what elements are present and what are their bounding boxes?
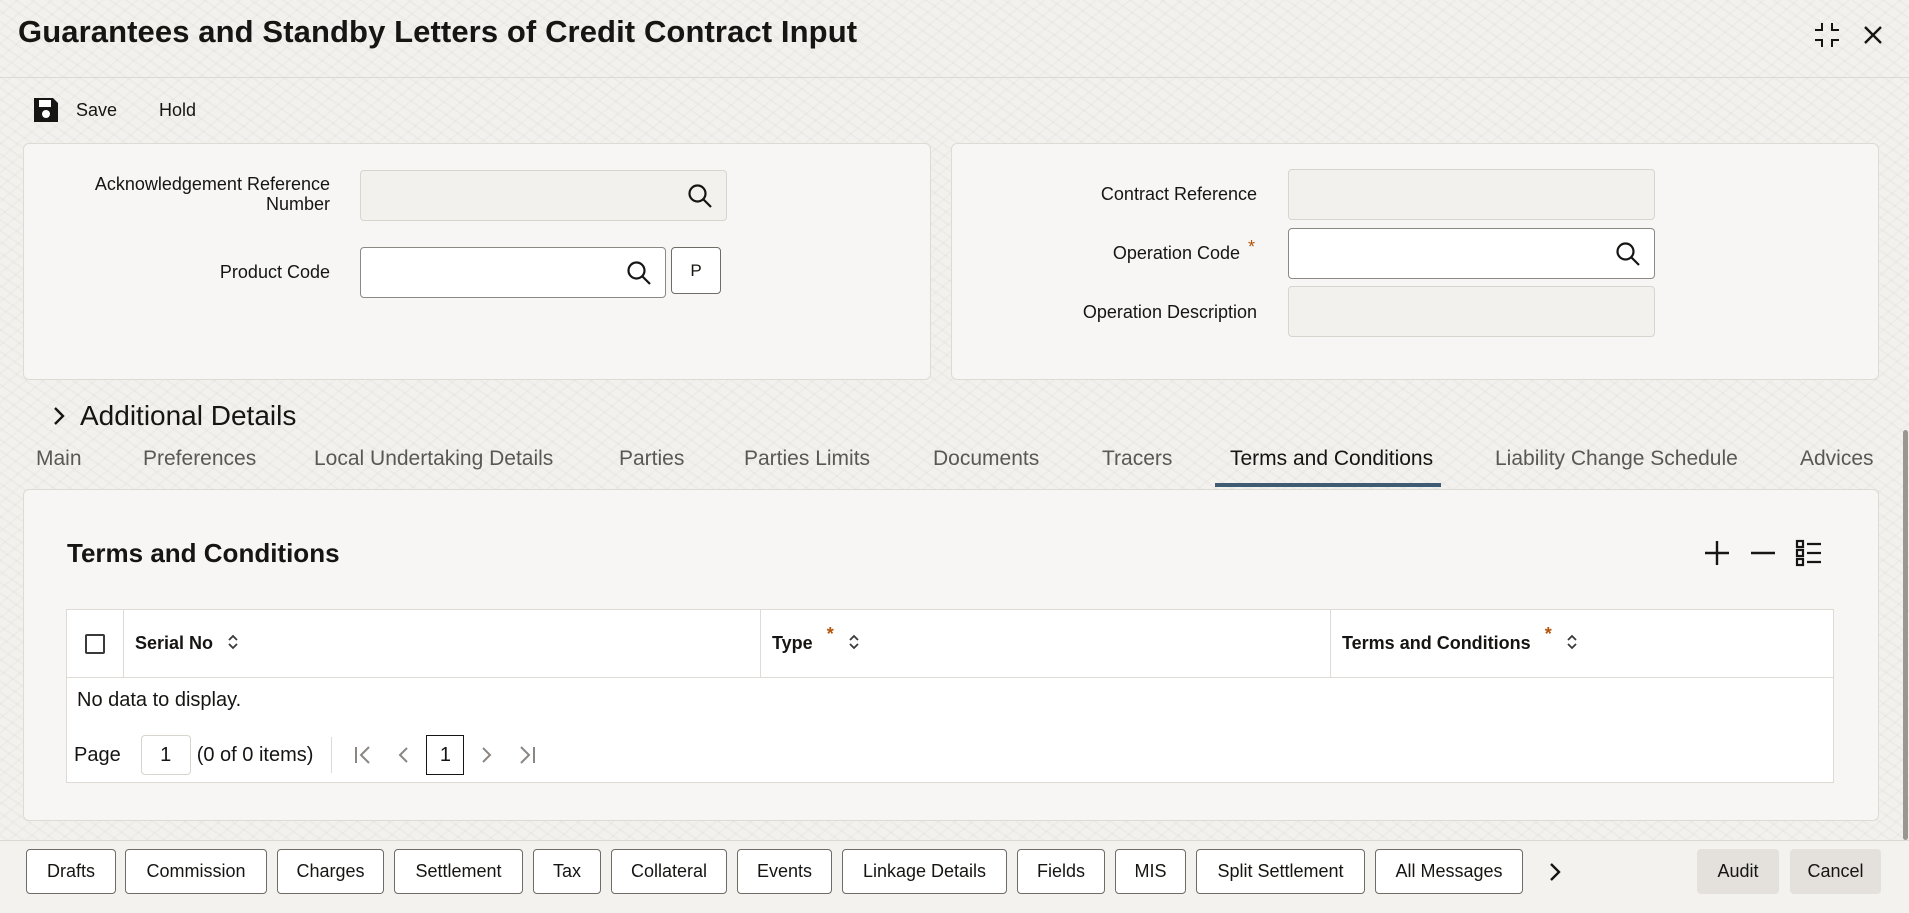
terms-section-title: Terms and Conditions [67, 538, 340, 568]
cancel-button[interactable]: Cancel [1790, 849, 1881, 894]
column-header-serial-no[interactable]: Serial No [124, 610, 761, 677]
product-code-field[interactable] [360, 247, 666, 298]
column-label: Terms and Conditions [1342, 633, 1531, 653]
split-settlement-button[interactable]: Split Settlement [1196, 849, 1365, 894]
search-icon[interactable] [1614, 240, 1642, 268]
operation-desc-field[interactable] [1288, 286, 1655, 337]
column-label: Type [772, 633, 813, 653]
all-messages-button[interactable]: All Messages [1375, 849, 1523, 894]
sort-icon[interactable] [848, 633, 860, 654]
linkage-details-button[interactable]: Linkage Details [842, 849, 1007, 894]
required-indicator: * [826, 624, 834, 644]
required-indicator: * [1248, 237, 1256, 257]
add-row-icon[interactable] [1700, 537, 1734, 569]
minimize-icon[interactable] [1810, 18, 1844, 52]
active-tab-indicator [1215, 483, 1441, 487]
tab-advices[interactable]: Advices [1800, 447, 1874, 471]
page-title: Guarantees and Standby Letters of Credit… [18, 14, 858, 49]
hold-button[interactable]: Hold [159, 96, 196, 124]
first-page-icon[interactable] [352, 744, 374, 766]
single-view-icon[interactable] [1792, 537, 1826, 569]
mis-button[interactable]: MIS [1115, 849, 1186, 894]
drafts-button[interactable]: Drafts [26, 849, 116, 894]
audit-button[interactable]: Audit [1697, 849, 1779, 894]
terms-table: Serial No Type * Terms and Conditions * … [66, 609, 1834, 783]
tab-preferences[interactable]: Preferences [143, 447, 256, 471]
page-input[interactable]: 1 [140, 735, 191, 775]
current-page-button[interactable]: 1 [426, 735, 465, 775]
column-header-type[interactable]: Type * [761, 610, 1331, 677]
charges-button[interactable]: Charges [277, 849, 384, 894]
chevron-right-icon[interactable] [1540, 857, 1570, 887]
pagination: Page 1 (0 of 0 items) 1 [74, 734, 538, 776]
tab-documents[interactable]: Documents [933, 447, 1039, 471]
close-icon[interactable] [1856, 18, 1890, 52]
prev-page-icon[interactable] [396, 744, 410, 766]
header-divider [67, 677, 1833, 678]
tab-main[interactable]: Main [36, 447, 82, 471]
required-indicator: * [1544, 624, 1552, 644]
settlement-button[interactable]: Settlement [394, 849, 523, 894]
column-label: Serial No [135, 633, 214, 653]
page-label: Page [74, 743, 121, 766]
sort-icon[interactable] [227, 633, 239, 654]
save-button[interactable]: Save [32, 96, 117, 124]
operation-desc-label: Operation Description [1082, 302, 1257, 322]
next-page-icon[interactable] [480, 744, 494, 766]
items-count: (0 of 0 items) [196, 743, 314, 766]
tab-terms-and-conditions[interactable]: Terms and Conditions [1230, 447, 1433, 471]
select-all-checkbox[interactable] [85, 633, 105, 654]
ack-ref-label: Acknowledgement Reference Number [94, 174, 330, 214]
tab-liability-change-schedule[interactable]: Liability Change Schedule [1495, 447, 1738, 471]
search-icon[interactable] [625, 259, 653, 287]
save-label: Save [76, 99, 118, 120]
product-p-button[interactable]: P [671, 247, 721, 294]
commission-button[interactable]: Commission [125, 849, 267, 894]
pager-divider [331, 737, 333, 773]
contract-ref-field[interactable] [1288, 169, 1655, 220]
fields-button[interactable]: Fields [1017, 849, 1105, 894]
operation-code-label: Operation Code [1112, 243, 1240, 263]
operation-code-field[interactable] [1288, 228, 1655, 279]
select-all-cell [67, 610, 124, 677]
events-button[interactable]: Events [737, 849, 832, 894]
ack-ref-field[interactable] [360, 170, 727, 221]
header-divider [0, 77, 1909, 78]
additional-details-toggle[interactable]: Additional Details [52, 400, 296, 432]
additional-details-label: Additional Details [80, 400, 297, 431]
last-page-icon[interactable] [516, 744, 538, 766]
column-header-terms-and-conditions[interactable]: Terms and Conditions * [1331, 610, 1833, 677]
tax-button[interactable]: Tax [533, 849, 601, 894]
save-icon [32, 96, 60, 124]
tab-parties[interactable]: Parties [619, 447, 684, 471]
remove-row-icon[interactable] [1746, 537, 1780, 569]
empty-table-message: No data to display. [77, 689, 242, 711]
contract-ref-label: Contract Reference [1100, 184, 1257, 204]
product-code-label: Product Code [219, 262, 330, 282]
tab-tracers[interactable]: Tracers [1102, 447, 1172, 471]
tab-local-undertaking-details[interactable]: Local Undertaking Details [314, 447, 553, 471]
chevron-right-icon [52, 406, 66, 426]
search-icon[interactable] [686, 182, 714, 210]
collateral-button[interactable]: Collateral [611, 849, 727, 894]
tab-parties-limits[interactable]: Parties Limits [744, 447, 870, 471]
vertical-scrollbar[interactable] [1903, 430, 1908, 840]
sort-icon[interactable] [1566, 633, 1578, 654]
